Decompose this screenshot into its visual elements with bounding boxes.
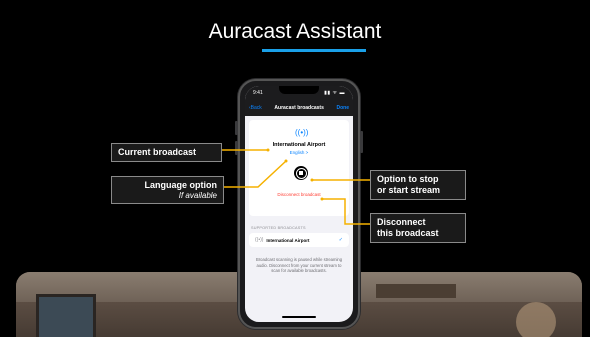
callout-stop-text-1: Option to stop (377, 174, 439, 184)
phone-side-button (360, 131, 363, 153)
status-time: 9:41 (253, 90, 263, 96)
title-underline (262, 49, 366, 52)
photo-shelf (376, 284, 456, 298)
phone-side-button (235, 121, 238, 135)
status-bar: 9:41 ▮▮ ᯤ ▬ (245, 86, 353, 100)
done-button[interactable]: Done (336, 105, 349, 111)
supported-broadcasts-header: SUPPORTED BROADCASTS (251, 226, 306, 230)
callout-stop-start: Option to stop or start stream (370, 170, 466, 200)
status-icons: ▮▮ ᯤ ▬ (324, 90, 345, 96)
nav-title: Auracast broadcasts (274, 105, 324, 111)
photo-lamp (516, 302, 556, 337)
callout-disconnect-text-2: this broadcast (377, 227, 439, 238)
current-broadcast-card: ((•)) International Airport English > Di… (249, 120, 349, 216)
callout-current-broadcast: Current broadcast (111, 143, 222, 162)
supported-broadcast-name: International Airport (266, 237, 310, 243)
photo-window (36, 294, 96, 337)
callout-language-text: Language option (144, 180, 218, 190)
slide: Auracast Assistant 9:41 ▮▮ ᯤ ▬ ‹Back Aur… (0, 0, 590, 337)
language-option-link[interactable]: English > (249, 150, 349, 155)
phone-screen: 9:41 ▮▮ ᯤ ▬ ‹Back Auracast broadcasts Do… (245, 86, 353, 322)
checkmark-icon: ✓ (338, 237, 343, 243)
home-indicator (282, 316, 316, 318)
phone-notch (279, 86, 319, 94)
slide-title: Auracast Assistant (208, 20, 382, 43)
current-broadcast-name: International Airport (272, 142, 326, 148)
stop-stream-button[interactable] (294, 166, 308, 180)
broadcast-icon: ((•)) (255, 237, 264, 243)
supported-broadcast-row[interactable]: ((•)) International Airport ✓ (249, 233, 349, 247)
broadcast-icon: ((•)) (295, 128, 309, 137)
disconnect-broadcast-button[interactable]: Disconnect broadcast (249, 192, 349, 197)
callout-language-option: Language option If available (111, 176, 224, 205)
phone-mockup: 9:41 ▮▮ ᯤ ▬ ‹Back Auracast broadcasts Do… (235, 79, 363, 329)
callout-disconnect-text-1: Disconnect (377, 217, 426, 227)
back-button[interactable]: ‹Back (249, 105, 262, 111)
callout-disconnect: Disconnect this broadcast (370, 213, 466, 243)
back-label: Back (250, 105, 262, 111)
callout-stop-text-2: or start stream (377, 184, 441, 195)
callout-current-broadcast-text: Current broadcast (118, 147, 197, 157)
stop-icon (295, 167, 307, 179)
scanning-note: Broadcast scanning is paused while strea… (255, 257, 343, 274)
phone-side-button (235, 141, 238, 155)
nav-bar: ‹Back Auracast broadcasts Done (245, 100, 353, 116)
callout-language-sub: If available (178, 190, 217, 200)
